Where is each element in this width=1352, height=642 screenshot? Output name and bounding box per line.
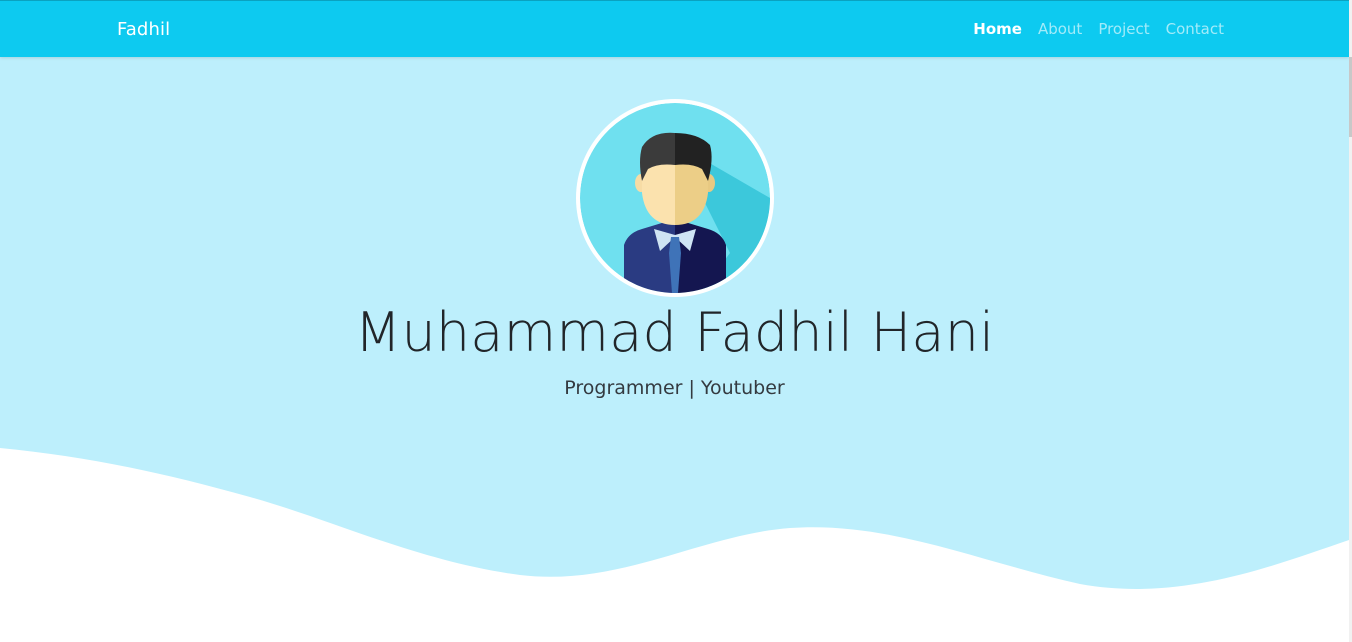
avatar-icon [580, 103, 770, 293]
hero-tagline: Programmer | Youtuber [564, 377, 785, 399]
brand-link[interactable]: Fadhil [117, 19, 170, 40]
nav-link-home[interactable]: Home [973, 20, 1022, 38]
nav-links: Home About Project Contact [973, 20, 1224, 38]
navbar: Fadhil Home About Project Contact [0, 0, 1349, 57]
avatar [576, 99, 774, 297]
hero-name: Muhammad Fadhil Hani [354, 301, 995, 364]
hero-section: Muhammad Fadhil Hani Programmer | Youtub… [0, 57, 1349, 642]
nav-link-contact[interactable]: Contact [1166, 20, 1224, 38]
nav-link-about[interactable]: About [1038, 20, 1082, 38]
nav-link-project[interactable]: Project [1098, 20, 1149, 38]
